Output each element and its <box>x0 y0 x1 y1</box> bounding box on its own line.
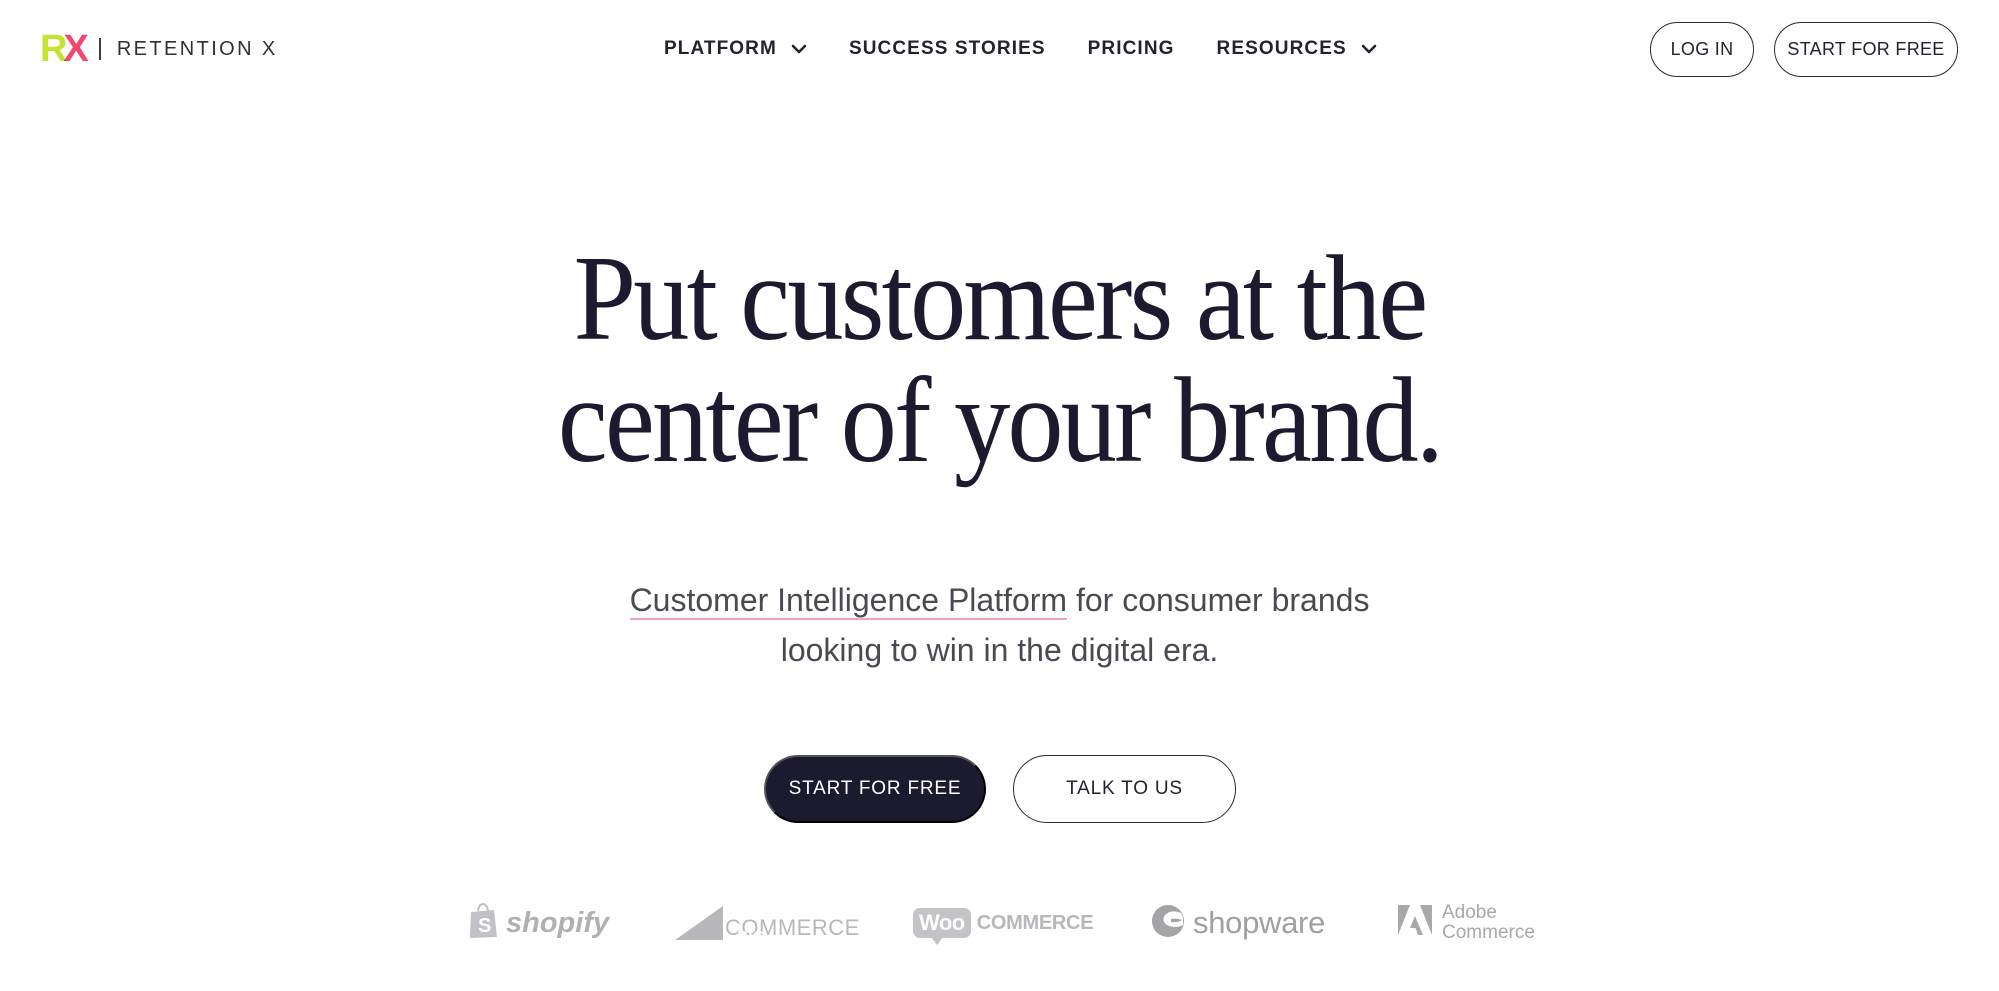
customer-intelligence-platform-link[interactable]: Customer Intelligence Platform <box>629 582 1068 620</box>
bigcommerce-logo: BIG COMMERCE <box>675 895 860 951</box>
headline-line-1: Put customers at the <box>573 231 1429 366</box>
nav-pricing-label: PRICING <box>1087 38 1175 59</box>
logo-divider <box>98 38 101 60</box>
shopify-label: shopify <box>506 906 610 939</box>
nav-pricing[interactable]: PRICING <box>1088 38 1175 60</box>
logo-letter-x: X <box>63 28 88 70</box>
subheading-line-1-rest: for consumer brands <box>1067 582 1370 618</box>
nav-success-stories-label: SUCCESS STORIES <box>848 38 1046 59</box>
shopware-logo: shopware <box>1151 895 1325 951</box>
chevron-down-icon <box>791 43 807 55</box>
headline-line-2: center of your brand. <box>557 353 1444 488</box>
logo-letter-r: R <box>40 28 68 70</box>
bigcommerce-triangle-icon: BIG <box>675 906 765 945</box>
svg-text:S: S <box>478 915 491 937</box>
nav-success-stories[interactable]: SUCCESS STORIES <box>849 38 1046 60</box>
adobe-commerce-label: Adobe Commerce <box>1442 903 1535 943</box>
nav-platform[interactable]: PLATFORM <box>664 38 807 60</box>
brand-name: RETENTION X <box>116 37 278 60</box>
integration-logos: S shopify BIG COMMERCE Woo COMMERCE shop… <box>0 895 1999 951</box>
main-nav: PLATFORM SUCCESS STORIES PRICING RESOURC… <box>664 36 1377 62</box>
woocommerce-logo: Woo COMMERCE <box>913 895 1094 951</box>
bigcommerce-prefix: BIG <box>737 928 766 945</box>
talk-to-us-button[interactable]: TALK TO US <box>1013 755 1236 823</box>
logo-link[interactable]: R X RETENTION X <box>40 30 278 68</box>
login-button[interactable]: LOG IN <box>1650 22 1754 77</box>
adobe-commerce-logo: Adobe Commerce <box>1398 895 1535 951</box>
start-for-free-button[interactable]: START FOR FREE <box>764 755 986 823</box>
shopware-swirl-icon <box>1151 903 1185 944</box>
page-title: Put customers at the center of your bran… <box>80 238 1919 482</box>
nav-resources-label: RESOURCES <box>1216 38 1347 59</box>
nav-resources[interactable]: RESOURCES <box>1217 38 1377 60</box>
adobe-label-line-2: Commerce <box>1442 922 1535 943</box>
rx-logo-icon: R X <box>40 28 89 70</box>
shopify-bag-icon: S <box>468 902 498 944</box>
adobe-label-line-1: Adobe <box>1442 902 1497 923</box>
hero-subheading: Customer Intelligence Platform for consu… <box>0 575 1999 675</box>
adobe-logo-icon <box>1398 904 1432 942</box>
woo-prefix: Woo <box>919 910 965 935</box>
nav-platform-label: PLATFORM <box>664 38 777 59</box>
chevron-down-icon <box>1361 43 1377 55</box>
woocommerce-label: COMMERCE <box>976 911 1094 934</box>
subheading-line-2: looking to win in the digital era. <box>780 632 1219 668</box>
header-start-for-free-button[interactable]: START FOR FREE <box>1774 22 1958 77</box>
shopify-logo: S shopify <box>468 895 609 951</box>
subheading-line-1: Customer Intelligence Platform for consu… <box>0 575 1999 625</box>
woo-bubble-icon: Woo <box>913 908 971 945</box>
shopware-label: shopware <box>1193 905 1326 940</box>
